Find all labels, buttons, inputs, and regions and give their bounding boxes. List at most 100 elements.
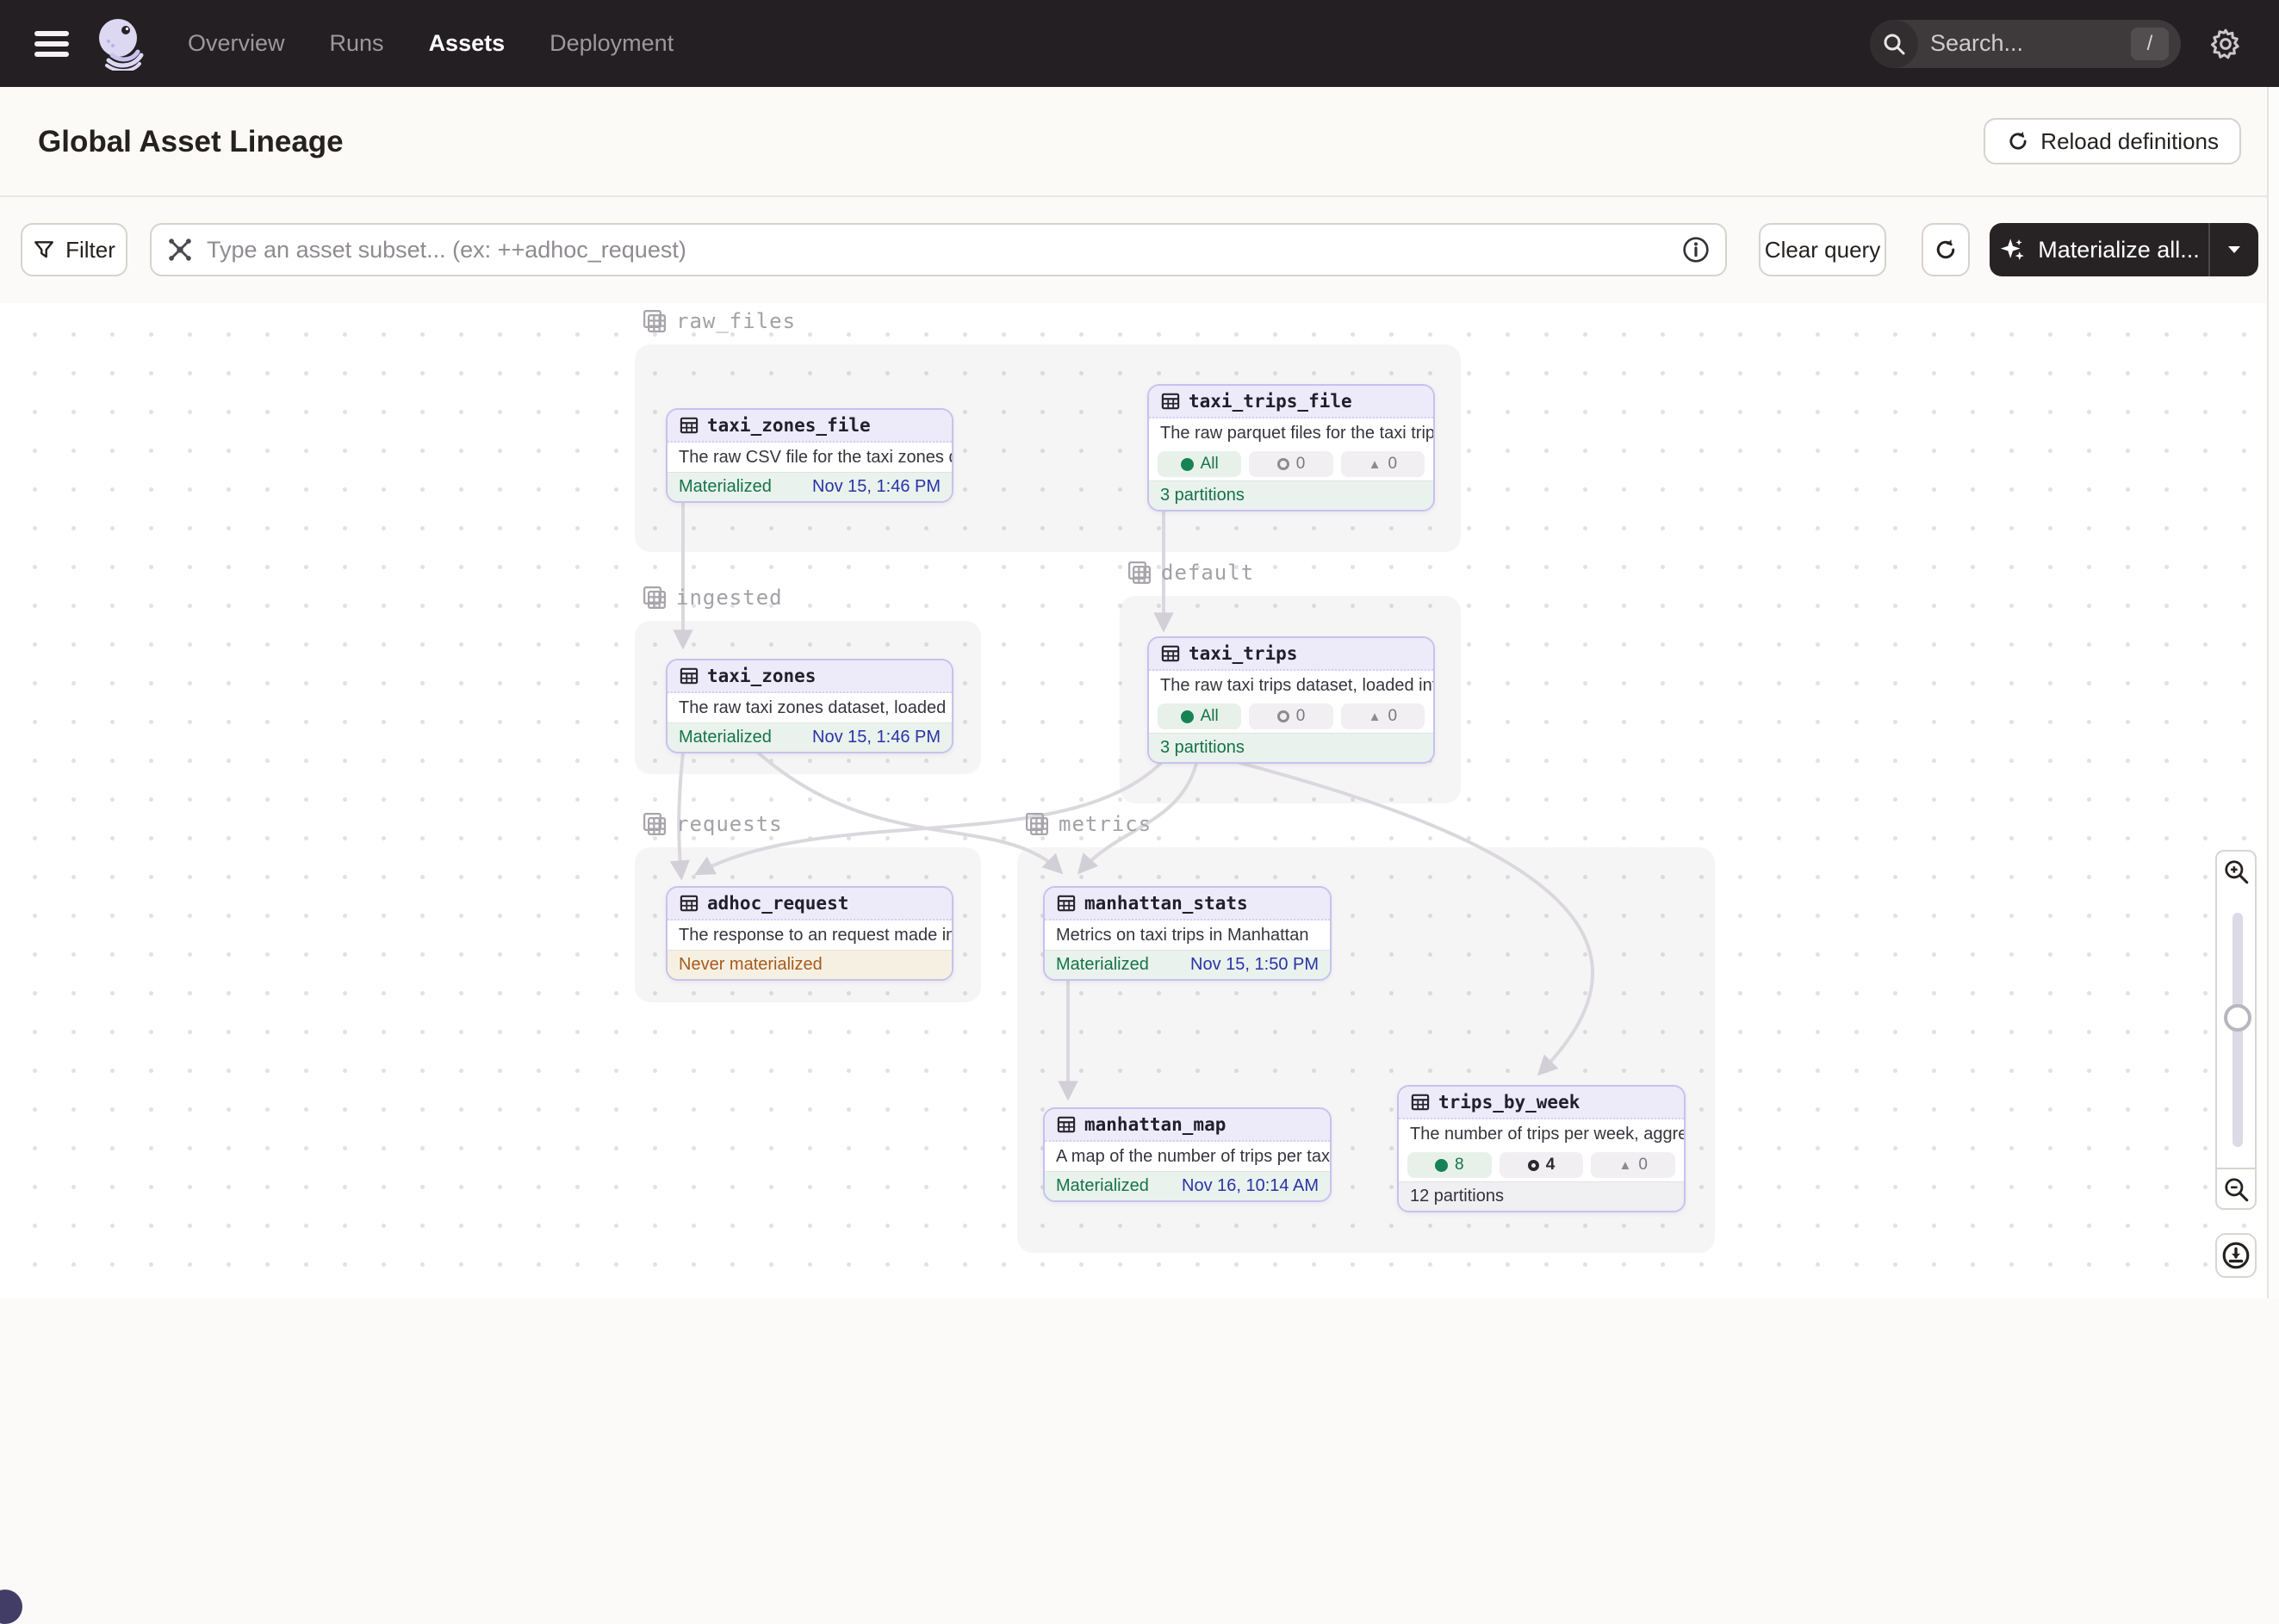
table-icon bbox=[680, 895, 699, 912]
asset-node-manhattan_map[interactable]: manhattan_map A map of the number of tri… bbox=[1043, 1107, 1332, 1202]
group-icon bbox=[1024, 811, 1050, 837]
asset-status-footer: Materialized Nov 15, 1:46 PM bbox=[668, 472, 952, 501]
missing-pill[interactable]: ▲0 bbox=[1341, 704, 1425, 729]
asset-name: adhoc_request bbox=[707, 893, 848, 914]
page-scrollbar[interactable] bbox=[2267, 87, 2279, 1299]
group-label-requests[interactable]: requests bbox=[642, 811, 783, 837]
asset-name: trips_by_week bbox=[1438, 1092, 1580, 1113]
partitions-count: 3 partitions bbox=[1160, 738, 1245, 758]
table-icon bbox=[1411, 1094, 1430, 1111]
asset-status-footer: Never materialized bbox=[668, 950, 952, 979]
asset-subset-placeholder: Type an asset subset... (ex: ++adhoc_req… bbox=[207, 237, 1682, 263]
group-icon bbox=[642, 585, 668, 611]
materialized-dot-icon bbox=[1435, 1159, 1448, 1172]
materialize-all-button[interactable]: Materialize all... bbox=[1990, 223, 2258, 276]
page-title: Global Asset Lineage bbox=[38, 125, 344, 159]
lineage-canvas[interactable]: raw_files ingested default requests metr… bbox=[0, 303, 2279, 1299]
global-search-input[interactable]: Search... / bbox=[1870, 20, 2181, 68]
status-timestamp: Nov 15, 1:46 PM bbox=[812, 728, 941, 747]
asset-name: taxi_zones bbox=[707, 666, 816, 686]
asset-node-manhattan_stats[interactable]: manhattan_stats Metrics on taxi trips in… bbox=[1043, 886, 1332, 981]
table-icon bbox=[680, 417, 699, 434]
asset-description: The number of trips per week, aggreg... bbox=[1399, 1119, 1684, 1149]
missing-pill[interactable]: ▲0 bbox=[1341, 451, 1425, 477]
asset-node-adhoc_request[interactable]: adhoc_request The response to an request… bbox=[666, 886, 953, 981]
group-icon bbox=[642, 308, 668, 334]
table-icon bbox=[1057, 895, 1076, 912]
asset-node-taxi_zones_file[interactable]: taxi_zones_file The raw CSV file for the… bbox=[666, 408, 953, 503]
group-label-raw_files[interactable]: raw_files bbox=[642, 308, 796, 334]
refresh-button[interactable] bbox=[1922, 223, 1970, 276]
zoom-in-icon bbox=[2222, 858, 2250, 885]
status-timestamp: Nov 15, 1:46 PM bbox=[812, 477, 941, 497]
asset-description: Metrics on taxi trips in Manhattan bbox=[1045, 920, 1330, 950]
nav-tab-runs[interactable]: Runs bbox=[330, 30, 384, 57]
materialize-dropdown-caret[interactable] bbox=[2208, 223, 2258, 276]
status-label: Materialized bbox=[679, 728, 772, 747]
zoom-slider bbox=[2215, 890, 2257, 1169]
materialized-pill[interactable]: All bbox=[1158, 704, 1241, 729]
download-image-button[interactable] bbox=[2215, 1233, 2257, 1278]
partitions-count: 3 partitions bbox=[1160, 486, 1245, 505]
nav-tab-deployment[interactable]: Deployment bbox=[550, 30, 674, 57]
status-timestamp: Nov 16, 10:14 AM bbox=[1182, 1176, 1319, 1196]
asset-subset-input[interactable]: Type an asset subset... (ex: ++adhoc_req… bbox=[150, 223, 1727, 276]
group-label-metrics[interactable]: metrics bbox=[1024, 811, 1152, 837]
status-label: Never materialized bbox=[679, 955, 823, 975]
bottom-left-corner-badge[interactable] bbox=[0, 1590, 22, 1624]
partition-health-pills: All 0 ▲0 bbox=[1149, 700, 1433, 733]
asset-description: The raw CSV file for the taxi zones dat.… bbox=[668, 443, 952, 472]
asset-status-footer: Materialized Nov 16, 10:14 AM bbox=[1045, 1171, 1330, 1200]
missing-triangle-icon: ▲ bbox=[1618, 1158, 1631, 1173]
asset-status-footer: 3 partitions bbox=[1149, 480, 1433, 510]
chevron-down-icon bbox=[2226, 244, 2243, 256]
group-icon bbox=[642, 811, 668, 837]
filter-button[interactable]: Filter bbox=[21, 223, 127, 276]
asset-name: taxi_trips_file bbox=[1189, 391, 1352, 412]
dagster-logo[interactable] bbox=[95, 17, 146, 71]
zoom-out-button[interactable] bbox=[2215, 1168, 2257, 1210]
asset-description: The raw taxi zones dataset, loaded int..… bbox=[668, 693, 952, 722]
asset-description: The raw taxi trips dataset, loaded into … bbox=[1149, 671, 1433, 700]
asset-name: taxi_trips bbox=[1189, 643, 1297, 664]
asset-status-footer: Materialized Nov 15, 1:46 PM bbox=[668, 722, 952, 752]
info-icon[interactable] bbox=[1682, 236, 1710, 263]
missing-pill[interactable]: ▲0 bbox=[1591, 1152, 1675, 1178]
missing-triangle-icon: ▲ bbox=[1369, 457, 1382, 472]
partitions-count: 12 partitions bbox=[1410, 1187, 1504, 1206]
search-icon bbox=[1870, 20, 1918, 68]
failed-pill[interactable]: 0 bbox=[1249, 451, 1332, 477]
asset-node-taxi_trips[interactable]: taxi_trips The raw taxi trips dataset, l… bbox=[1147, 636, 1435, 764]
materialized-pill[interactable]: All bbox=[1158, 451, 1241, 477]
clear-query-button[interactable]: Clear query bbox=[1759, 223, 1886, 276]
asset-node-taxi_trips_file[interactable]: taxi_trips_file The raw parquet files fo… bbox=[1147, 384, 1435, 511]
asset-node-taxi_zones[interactable]: taxi_zones The raw taxi zones dataset, l… bbox=[666, 659, 953, 753]
asset-description: The response to an request made in th... bbox=[668, 920, 952, 950]
nav-tab-overview[interactable]: Overview bbox=[188, 30, 285, 57]
group-label-default[interactable]: default bbox=[1127, 560, 1254, 586]
settings-gear-icon[interactable] bbox=[2207, 25, 2245, 63]
zoom-in-button[interactable] bbox=[2215, 850, 2257, 892]
table-icon bbox=[1057, 1116, 1076, 1133]
status-label: Materialized bbox=[679, 477, 772, 497]
reload-icon bbox=[2006, 129, 2030, 153]
page-header: Global Asset Lineage Reload definitions bbox=[0, 87, 2279, 197]
group-label-ingested[interactable]: ingested bbox=[642, 585, 783, 611]
asset-status-footer: 12 partitions bbox=[1399, 1181, 1684, 1211]
zoom-slider-thumb[interactable] bbox=[2224, 1004, 2251, 1032]
menu-icon[interactable] bbox=[34, 31, 69, 57]
failed-pill[interactable]: 0 bbox=[1249, 704, 1332, 729]
failed-pill[interactable]: 4 bbox=[1500, 1152, 1584, 1178]
materialized-pill[interactable]: 8 bbox=[1407, 1152, 1492, 1178]
reload-definitions-button[interactable]: Reload definitions bbox=[1984, 118, 2241, 164]
asset-description: A map of the number of trips per taxi z.… bbox=[1045, 1142, 1330, 1171]
table-icon bbox=[1161, 393, 1180, 410]
zoom-out-icon bbox=[2222, 1175, 2250, 1203]
materialized-dot-icon bbox=[1181, 458, 1194, 471]
refresh-icon bbox=[1933, 237, 1959, 263]
nav-tab-assets[interactable]: Assets bbox=[429, 30, 506, 57]
asset-node-trips_by_week[interactable]: trips_by_week The number of trips per we… bbox=[1397, 1085, 1686, 1212]
funnel-icon bbox=[33, 239, 55, 261]
op-selector-icon bbox=[165, 235, 195, 264]
failed-ring-icon bbox=[1277, 710, 1289, 722]
